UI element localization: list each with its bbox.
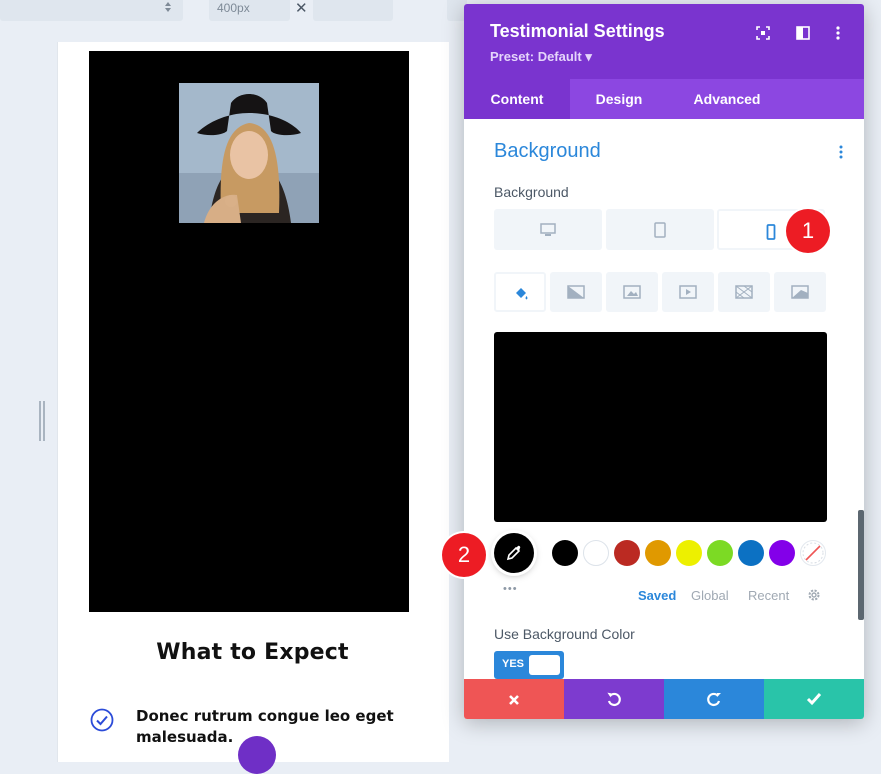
eyedropper-button[interactable]	[494, 533, 534, 573]
swatch-orange[interactable]	[645, 540, 671, 566]
bg-mask-tab[interactable]	[774, 272, 826, 312]
panel-scrollbar[interactable]	[858, 510, 864, 620]
mask-icon	[791, 284, 809, 305]
swatch-purple[interactable]	[769, 540, 795, 566]
desktop-view-button[interactable]	[494, 209, 602, 250]
phone-icon	[766, 224, 776, 245]
select-arrows-icon	[163, 0, 173, 18]
modal-header: Testimonial Settings Preset: Default ▾	[464, 4, 864, 79]
settings-tabs: Content Design Advanced	[464, 79, 864, 119]
save-button[interactable]	[764, 679, 864, 719]
swatch-yellow[interactable]	[676, 540, 702, 566]
tab-content[interactable]: Content	[464, 79, 570, 119]
tablet-view-button[interactable]	[606, 209, 714, 250]
section-heading: What to Expect	[57, 640, 448, 665]
palette-tab-recent[interactable]: Recent	[748, 588, 789, 603]
split-view-icon[interactable]	[795, 25, 811, 41]
bg-image-tab[interactable]	[606, 272, 658, 312]
redo-icon	[706, 691, 722, 712]
tab-design[interactable]: Design	[570, 79, 668, 119]
modal-title: Testimonial Settings	[490, 21, 665, 42]
modal-footer	[464, 679, 864, 719]
pattern-icon	[735, 284, 753, 305]
more-swatches-icon[interactable]: •••	[503, 583, 518, 595]
clear-width-icon[interactable]: ✕	[295, 0, 308, 17]
swatch-black[interactable]	[552, 540, 578, 566]
video-icon	[679, 284, 697, 305]
gear-icon[interactable]	[807, 588, 821, 607]
background-label: Background	[494, 184, 569, 200]
use-bg-color-toggle[interactable]: YES	[494, 651, 564, 679]
preset-dropdown[interactable]: Preset: Default ▾	[490, 49, 592, 65]
image-icon	[623, 284, 641, 305]
settings-modal: Testimonial Settings Preset: Default ▾ C…	[464, 4, 864, 719]
resize-handle[interactable]	[39, 401, 45, 441]
secondary-input[interactable]	[313, 0, 393, 21]
toggle-knob	[529, 655, 560, 675]
tablet-icon	[654, 222, 666, 243]
palette-tab-saved[interactable]: Saved	[638, 588, 676, 603]
width-input[interactable]: 400px	[209, 0, 290, 21]
swatch-transparent[interactable]	[800, 540, 826, 566]
check-icon	[806, 692, 822, 711]
paint-bucket-icon	[513, 286, 529, 307]
bg-color-tab[interactable]	[494, 272, 546, 312]
bg-video-tab[interactable]	[662, 272, 714, 312]
swatch-blue[interactable]	[738, 540, 764, 566]
redo-button[interactable]	[664, 679, 764, 719]
undo-button[interactable]	[564, 679, 664, 719]
eyedropper-icon	[505, 544, 523, 567]
testimonial-portrait	[179, 83, 319, 223]
close-icon	[508, 693, 520, 711]
focus-mode-icon[interactable]	[755, 25, 771, 41]
toggle-label: YES	[502, 658, 524, 670]
cancel-button[interactable]	[464, 679, 564, 719]
more-options-icon[interactable]	[830, 25, 846, 41]
swatch-green[interactable]	[707, 540, 733, 566]
bg-gradient-tab[interactable]	[550, 272, 602, 312]
floating-add-button[interactable]	[238, 736, 276, 774]
swatch-white[interactable]	[583, 540, 609, 566]
check-circle-icon	[90, 708, 114, 732]
top-select-field[interactable]	[0, 0, 183, 21]
tab-advanced[interactable]: Advanced	[668, 79, 786, 119]
section-title[interactable]: Background	[494, 140, 601, 163]
step-badge-2: 2	[442, 533, 486, 577]
color-preview[interactable]	[494, 332, 827, 522]
width-value: 400px	[217, 1, 250, 16]
swatch-red[interactable]	[614, 540, 640, 566]
palette-tab-global[interactable]: Global	[691, 588, 729, 603]
section-menu-icon[interactable]	[838, 144, 844, 165]
gradient-icon	[567, 284, 585, 305]
bg-pattern-tab[interactable]	[718, 272, 770, 312]
desktop-icon	[540, 223, 556, 242]
use-bg-color-label: Use Background Color	[494, 626, 635, 642]
step-badge-1: 1	[786, 209, 830, 253]
undo-icon	[606, 691, 622, 712]
